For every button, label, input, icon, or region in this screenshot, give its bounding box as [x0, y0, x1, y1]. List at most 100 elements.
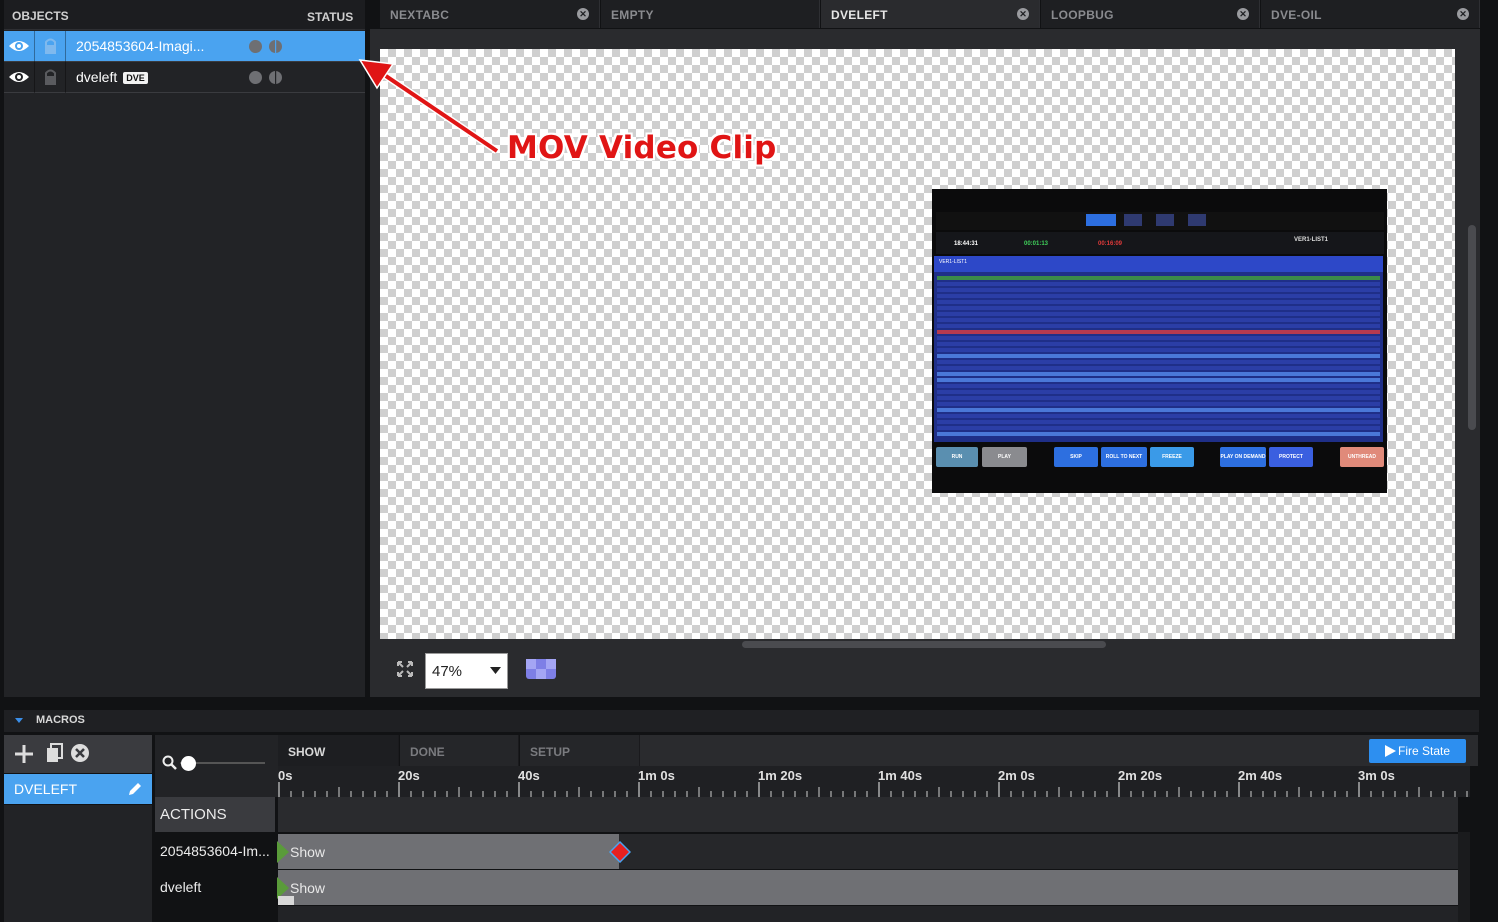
checkerboard-toggle-icon[interactable]	[526, 659, 556, 679]
clip-playlist-rows	[934, 272, 1383, 442]
edit-pencil-icon[interactable]	[127, 781, 143, 797]
timeline-scrollbar[interactable]	[1458, 832, 1470, 922]
half-circle-status-icon	[269, 40, 282, 53]
clip-row	[937, 336, 1380, 340]
half-circle-status-icon	[269, 71, 282, 84]
lock-toggle[interactable]	[35, 31, 66, 62]
timeline-empty-area	[278, 906, 1458, 922]
object-name: 2054853604-Imagi...	[76, 38, 205, 54]
lock-icon	[45, 38, 56, 54]
clip-playlist-header: VER1-LIST1	[934, 256, 1383, 272]
timeline-track[interactable]: Show	[275, 834, 1458, 869]
clip-toolbar	[936, 212, 1384, 230]
clip-row	[937, 282, 1380, 286]
timeline-action-segment[interactable]: Show	[278, 870, 1458, 905]
end-keyframe-icon[interactable]	[609, 841, 631, 863]
macros-panel-header[interactable]: MACROS	[4, 710, 1479, 732]
clip-skip-button: SKIP	[1054, 447, 1098, 467]
zoom-value: 47%	[432, 663, 463, 680]
lock-toggle[interactable]	[35, 62, 66, 93]
clip-freeze-button: FREEZE	[1150, 447, 1194, 467]
search-icon	[162, 755, 177, 770]
timeline-ruler[interactable]: 0s 20s 40s 1m 0s 1m 20s 1m 40s 2m 0s 2m …	[278, 766, 1470, 797]
macro-list	[4, 805, 152, 922]
fit-to-screen-icon[interactable]	[396, 660, 414, 678]
close-icon[interactable]: ✕	[1237, 8, 1249, 20]
clip-row	[937, 318, 1380, 322]
clip-row	[937, 432, 1380, 436]
add-icon[interactable]	[13, 743, 35, 765]
tab-setup[interactable]: SETUP	[520, 735, 640, 766]
action-label: Show	[290, 844, 326, 860]
clip-playlist-title: VER1-LIST1	[939, 259, 968, 265]
tab-dveleft[interactable]: DVELEFT ✕	[821, 0, 1040, 28]
start-keyframe-icon[interactable]	[275, 841, 291, 863]
ruler-tick-label: 2m 40s	[1238, 768, 1283, 783]
object-row[interactable]: 2054853604-Imagi...	[4, 31, 365, 62]
clip-row	[937, 366, 1380, 370]
visibility-toggle[interactable]	[4, 62, 35, 93]
tab-empty[interactable]: EMPTY	[601, 0, 820, 28]
timeline-topbar	[640, 735, 1478, 766]
row-label-text: dveleft	[160, 879, 202, 895]
clip-play-button: PLAY	[982, 447, 1027, 467]
clip-play-on-demand-button: PLAY ON DEMAND	[1220, 447, 1266, 467]
dve-badge: DVE	[123, 72, 148, 84]
ruler-tick-label: 3m 0s	[1358, 768, 1395, 783]
ruler-ticks	[278, 782, 1468, 797]
tab-dve-oil[interactable]: DVE-OIL ✕	[1261, 0, 1480, 28]
tab-label: SHOW	[288, 745, 326, 759]
tab-show[interactable]: SHOW	[278, 735, 399, 766]
tab-label: NEXTABC	[390, 8, 450, 22]
tab-nextabc[interactable]: NEXTABC ✕	[380, 0, 600, 28]
close-icon[interactable]: ✕	[1017, 8, 1029, 20]
object-name: dveleft DVE	[76, 69, 148, 85]
timeline-action-segment[interactable]: Show	[278, 834, 619, 869]
ruler-tick-label: 40s	[518, 768, 540, 783]
eye-icon	[9, 41, 29, 51]
annotation-label: MOV Video Clip	[507, 130, 777, 166]
close-icon[interactable]: ✕	[577, 8, 589, 20]
timeline-zoom-handle[interactable]	[181, 756, 196, 771]
tab-label: EMPTY	[611, 8, 654, 22]
tab-done[interactable]: DONE	[400, 735, 519, 766]
clip-row	[937, 378, 1380, 382]
clip-row	[937, 354, 1380, 358]
tab-label: SETUP	[530, 745, 571, 759]
clip-row	[937, 276, 1380, 280]
duplicate-icon[interactable]	[45, 742, 65, 764]
close-icon[interactable]: ✕	[1457, 8, 1469, 20]
clip-roll-button: ROLL TO NEXT	[1101, 447, 1147, 467]
lock-icon	[45, 69, 56, 85]
clip-time-2: 00:01:13	[1024, 241, 1049, 247]
objects-panel-header: OBJECTS STATUS	[4, 0, 365, 30]
tab-loopbug[interactable]: LOOPBUG ✕	[1041, 0, 1260, 28]
clip-row	[937, 312, 1380, 316]
clip-row	[937, 300, 1380, 304]
clip-row	[937, 420, 1380, 424]
timeline-track[interactable]: Show	[277, 870, 1458, 905]
clip-row	[937, 414, 1380, 418]
ruler-tick-label: 1m 40s	[878, 768, 923, 783]
ruler-tick-label: 0s	[278, 768, 293, 783]
visibility-toggle[interactable]	[4, 31, 35, 62]
clip-row	[937, 348, 1380, 352]
macro-item-label: DVELEFT	[14, 781, 78, 797]
keyframe-handle[interactable]	[278, 896, 294, 905]
clip-list-name: VER1-LIST1	[1294, 237, 1329, 243]
clip-row	[937, 324, 1380, 328]
zoom-select[interactable]: 47%	[425, 653, 508, 689]
horizontal-scroll-thumb[interactable]	[742, 641, 1106, 648]
fire-state-button[interactable]: Fire State	[1369, 739, 1466, 763]
status-dot-icon	[249, 71, 262, 84]
delete-icon[interactable]	[70, 743, 90, 763]
macro-item-dveleft[interactable]: DVELEFT	[4, 774, 152, 804]
clip-row	[937, 396, 1380, 400]
object-row[interactable]: dveleft DVE	[4, 62, 365, 93]
object-name-text: dveleft	[76, 69, 118, 85]
objects-panel: OBJECTS STATUS 2054853604-Imagi... dvele…	[4, 0, 365, 697]
clip-row	[937, 426, 1380, 430]
collapse-chevron-icon[interactable]	[15, 718, 23, 724]
vertical-scroll-thumb[interactable]	[1468, 225, 1476, 430]
clip-run-button: RUN	[936, 447, 978, 467]
